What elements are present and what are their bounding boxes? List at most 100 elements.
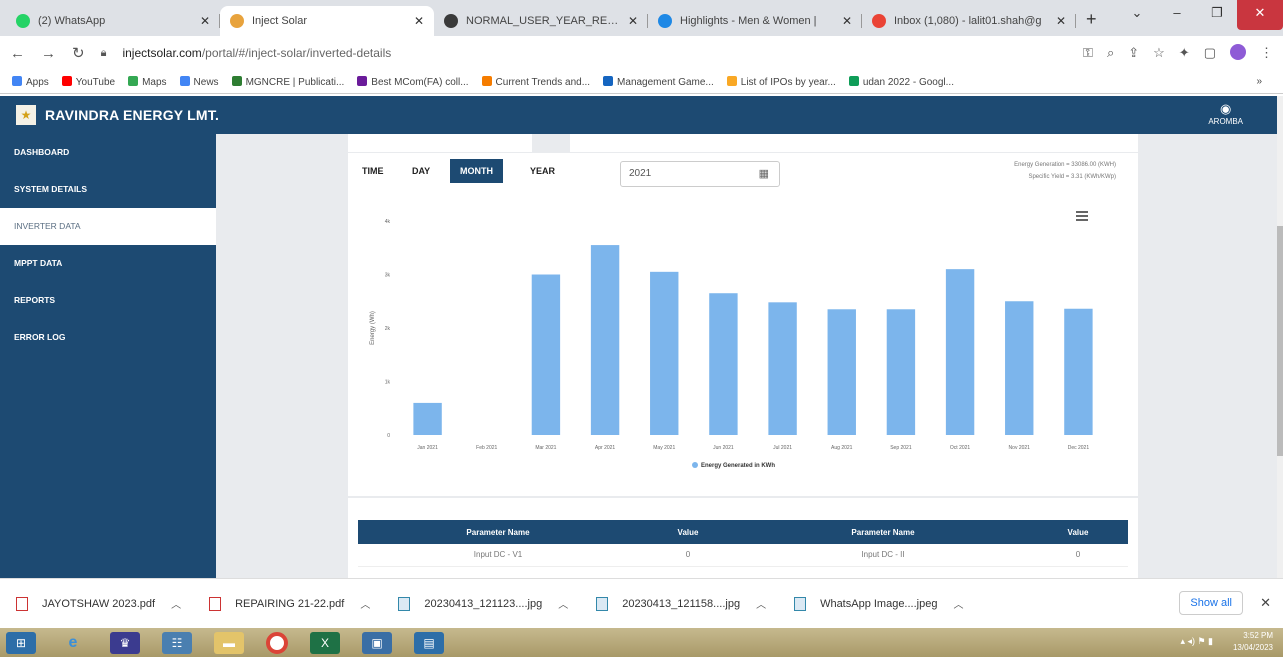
clock[interactable]: 3:52 PM 13/04/2023 [1233, 630, 1273, 654]
forward-icon[interactable]: → [41, 45, 56, 62]
user-menu[interactable]: ◉ AROMBA [1208, 101, 1243, 126]
chart-app-icon[interactable]: ▤ [414, 631, 444, 654]
bookmark-management-game[interactable]: Management Game... [603, 75, 714, 88]
bookmark-current-trends[interactable]: Current Trends and... [481, 75, 590, 88]
sidebar-item-dashboard[interactable]: DASHBOARD [0, 134, 216, 171]
trophy-icon[interactable]: ♛ [110, 631, 140, 654]
lock-icon[interactable]: 🔒︎ [101, 47, 107, 60]
chevron-up-icon[interactable]: ︿ [171, 596, 181, 611]
bookmarks-more[interactable]: » [1256, 76, 1262, 87]
people-icon[interactable]: ☷ [162, 631, 192, 654]
maximize-icon[interactable]: ❐ [1197, 0, 1237, 30]
mcom-icon [357, 75, 368, 86]
reload-icon[interactable]: ↻ [72, 44, 85, 62]
internet-explorer-icon[interactable]: e [58, 632, 88, 654]
brand-name: RAVINDRA ENERGY LMT. [45, 107, 220, 123]
top-card-left [348, 134, 532, 152]
download-item[interactable]: REPAIRING 21-22.pdf ︿ [209, 596, 370, 611]
bookmark-maps[interactable]: Maps [128, 75, 167, 88]
key-icon[interactable]: ⚿ [1083, 45, 1093, 61]
drive-icon [848, 75, 859, 86]
chevron-up-icon[interactable]: ︿ [360, 596, 370, 611]
calendar-icon[interactable]: ▦ [759, 162, 769, 186]
tab-year[interactable]: YEAR [520, 159, 565, 183]
x-tick-label: Jun 2021 [713, 445, 734, 451]
bookmark-news[interactable]: News [179, 75, 219, 88]
page-scrollbar[interactable] [1277, 96, 1283, 578]
profile-avatar[interactable] [1230, 43, 1246, 63]
minimize-icon[interactable]: – [1157, 0, 1197, 30]
bookmark-mcom[interactable]: Best MCom(FA) coll... [357, 75, 469, 88]
year-picker[interactable]: 2021 ▦ [620, 161, 780, 187]
download-item[interactable]: WhatsApp Image....jpeg ︿ [794, 596, 963, 611]
bookmark-mgncre[interactable]: MGNCRE | Publicati... [231, 75, 344, 88]
download-name: WhatsApp Image....jpeg [820, 597, 938, 610]
user-name: AROMBA [1208, 117, 1243, 126]
sidebar-item-inverter-data[interactable]: INVERTER DATA [0, 208, 216, 245]
close-tab-icon[interactable]: ✕ [414, 14, 424, 28]
x-tick-label: May 2021 [653, 445, 675, 451]
bookmark-ipos[interactable]: List of IPOs by year... [726, 75, 836, 88]
chart-bar [886, 309, 916, 435]
excel-icon[interactable]: X [310, 631, 340, 654]
bookmark-apps[interactable]: Apps [12, 75, 49, 88]
close-window-icon[interactable]: ✕ [1237, 0, 1283, 30]
tab-inject-solar[interactable]: Inject Solar ✕ [220, 6, 434, 36]
tab-time[interactable]: TIME [352, 159, 394, 183]
tab-normal-user-report[interactable]: NORMAL_USER_YEAR_REPORT ✕ [434, 6, 648, 36]
close-downloads-icon[interactable]: ✕ [1260, 595, 1271, 611]
zoom-icon[interactable]: ⌕ [1107, 45, 1114, 61]
close-tab-icon[interactable]: ✕ [200, 14, 210, 28]
y-tick-label: 4k [385, 219, 391, 225]
chevron-up-icon[interactable]: ︿ [756, 596, 766, 611]
new-tab-button[interactable]: + [1086, 9, 1097, 30]
tab-title: Inject Solar [252, 15, 308, 27]
tab-month[interactable]: MONTH [450, 159, 503, 183]
scrollbar-thumb[interactable] [1277, 226, 1283, 456]
sidebar-item-reports[interactable]: REPORTS [0, 282, 216, 319]
sidebar-item-system-details[interactable]: SYSTEM DETAILS [0, 171, 216, 208]
sidebar-item-error-log[interactable]: ERROR LOG [0, 319, 216, 356]
x-tick-label: Jan 2021 [417, 445, 438, 451]
close-tab-icon[interactable]: ✕ [628, 14, 638, 28]
tab-gmail[interactable]: Inbox (1,080) - lalit01.shah@g ✕ [862, 6, 1076, 36]
close-tab-icon[interactable]: ✕ [1056, 14, 1066, 28]
bookmark-udan[interactable]: udan 2022 - Googl... [848, 75, 954, 88]
download-item[interactable]: 20230413_121123....jpg ︿ [398, 596, 568, 611]
x-tick-label: Apr 2021 [595, 445, 616, 451]
sidebar-item-mppt-data[interactable]: MPPT DATA [0, 245, 216, 282]
photos-icon[interactable]: ▣ [362, 631, 392, 654]
extensions-icon[interactable]: ✦ [1179, 45, 1190, 61]
x-tick-label: Mar 2021 [535, 445, 556, 451]
bookmark-youtube[interactable]: YouTube [61, 75, 115, 88]
start-button-icon[interactable]: ⊞ [6, 631, 36, 654]
energy-bar-chart: 0 1k 2k 3k 4k Energy (Wh) Jan 2021 Feb 2021 Mar … [370, 219, 1093, 469]
tab-day[interactable]: DAY [402, 159, 440, 183]
tab-whatsapp[interactable]: (2) WhatsApp ✕ [6, 6, 220, 36]
back-icon[interactable]: ← [10, 45, 25, 62]
chart-bar [827, 309, 856, 435]
chevron-up-icon[interactable]: ︿ [558, 596, 568, 611]
system-tray-icons[interactable]: ▴ ◂) ⚑ ▮ [1180, 636, 1213, 647]
chrome-icon[interactable] [266, 631, 288, 654]
tab-search-icon[interactable]: ⌄ [1117, 0, 1157, 30]
sidepanel-icon[interactable]: ▢ [1204, 45, 1216, 61]
show-all-button[interactable]: Show all [1179, 591, 1243, 615]
share-icon[interactable]: ⇪ [1128, 45, 1139, 61]
tab-highlights[interactable]: Highlights - Men & Women | ✕ [648, 6, 862, 36]
folder-icon[interactable]: ▬ [214, 631, 244, 654]
url-field[interactable]: injectsolar.com/portal/#/inject-solar/in… [122, 46, 1069, 60]
col-value: Value [638, 520, 738, 544]
download-item[interactable]: JAYOTSHAW 2023.pdf ︿ [16, 596, 181, 611]
x-tick-label: Dec 2021 [1068, 445, 1090, 451]
chevron-up-icon[interactable]: ︿ [953, 596, 963, 611]
close-tab-icon[interactable]: ✕ [842, 14, 852, 28]
download-name: 20230413_121158....jpg [622, 597, 741, 610]
star-icon[interactable]: ☆ [1153, 45, 1165, 61]
download-item[interactable]: 20230413_121158....jpg ︿ [596, 596, 766, 611]
table-cell: 0 [638, 544, 738, 567]
legend-marker [692, 462, 698, 468]
menu-icon[interactable]: ⋮ [1260, 45, 1273, 61]
mgncre-icon [231, 75, 242, 86]
whatsapp-icon [16, 14, 30, 28]
